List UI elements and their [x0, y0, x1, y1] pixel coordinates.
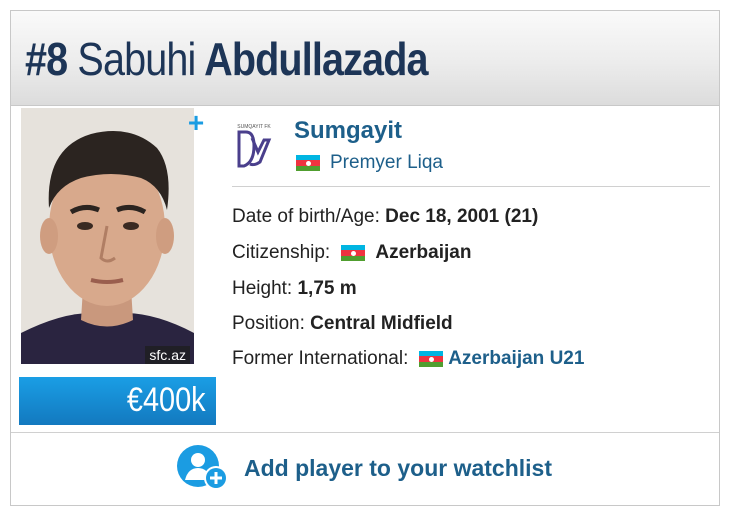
player-last-name: Abdullazada: [204, 33, 428, 85]
league-name: Premyer Liqa: [330, 152, 443, 173]
former-international-link[interactable]: Azerbaijan U21: [448, 348, 584, 370]
svg-text:SUMQAYIT FK: SUMQAYIT FK: [237, 124, 271, 130]
player-title: #8 Sabuhi Abdullazada: [25, 33, 429, 85]
azerbaijan-flag-icon: [340, 245, 365, 261]
player-first-name: Sabuhi: [77, 33, 196, 85]
position-value: Central Midfield: [310, 313, 453, 334]
market-value: €400k: [127, 381, 206, 419]
former-international-label: Former International:: [232, 348, 409, 369]
height-label: Height:: [232, 278, 293, 299]
market-value-box[interactable]: €400k: [19, 377, 216, 425]
height-value: 1,75 m: [297, 278, 357, 299]
citizenship-row: Citizenship: Azerbaijan: [232, 240, 471, 266]
player-header: #8 Sabuhi Abdullazada: [11, 11, 719, 106]
citizenship-value: Azerbaijan: [375, 242, 472, 263]
add-plus-button[interactable]: +: [184, 109, 208, 137]
citizenship-label: Citizenship:: [232, 242, 331, 263]
league-link[interactable]: Premyer Liqa: [296, 152, 443, 174]
dob-label: Date of birth/Age:: [232, 206, 380, 227]
shirt-number: #8: [25, 33, 68, 85]
dob-row: Date of birth/Age: Dec 18, 2001 (21): [232, 204, 538, 230]
player-photo-block: sfc.az: [9, 108, 207, 420]
dob-value: Dec 18, 2001 (21): [385, 206, 539, 227]
height-row: Height: 1,75 m: [232, 276, 357, 302]
add-to-watchlist-button[interactable]: Add player to your watchlist: [176, 444, 552, 492]
club-name-link[interactable]: Sumgayit: [294, 117, 402, 145]
former-international-row: Former International: Azerbaijan U21: [232, 346, 584, 372]
add-user-icon: [176, 444, 230, 492]
watchlist-label: Add player to your watchlist: [244, 454, 552, 481]
player-photo: sfc.az: [21, 108, 194, 364]
azerbaijan-flag-icon: [296, 155, 320, 171]
position-row: Position: Central Midfield: [232, 311, 453, 337]
photo-credit: sfc.az: [145, 346, 190, 364]
divider: [11, 432, 719, 433]
club-logo-icon[interactable]: SUMQAYIT FK: [236, 122, 272, 170]
position-label: Position:: [232, 313, 305, 334]
azerbaijan-flag-icon: [418, 351, 443, 367]
club-divider: [232, 186, 710, 187]
